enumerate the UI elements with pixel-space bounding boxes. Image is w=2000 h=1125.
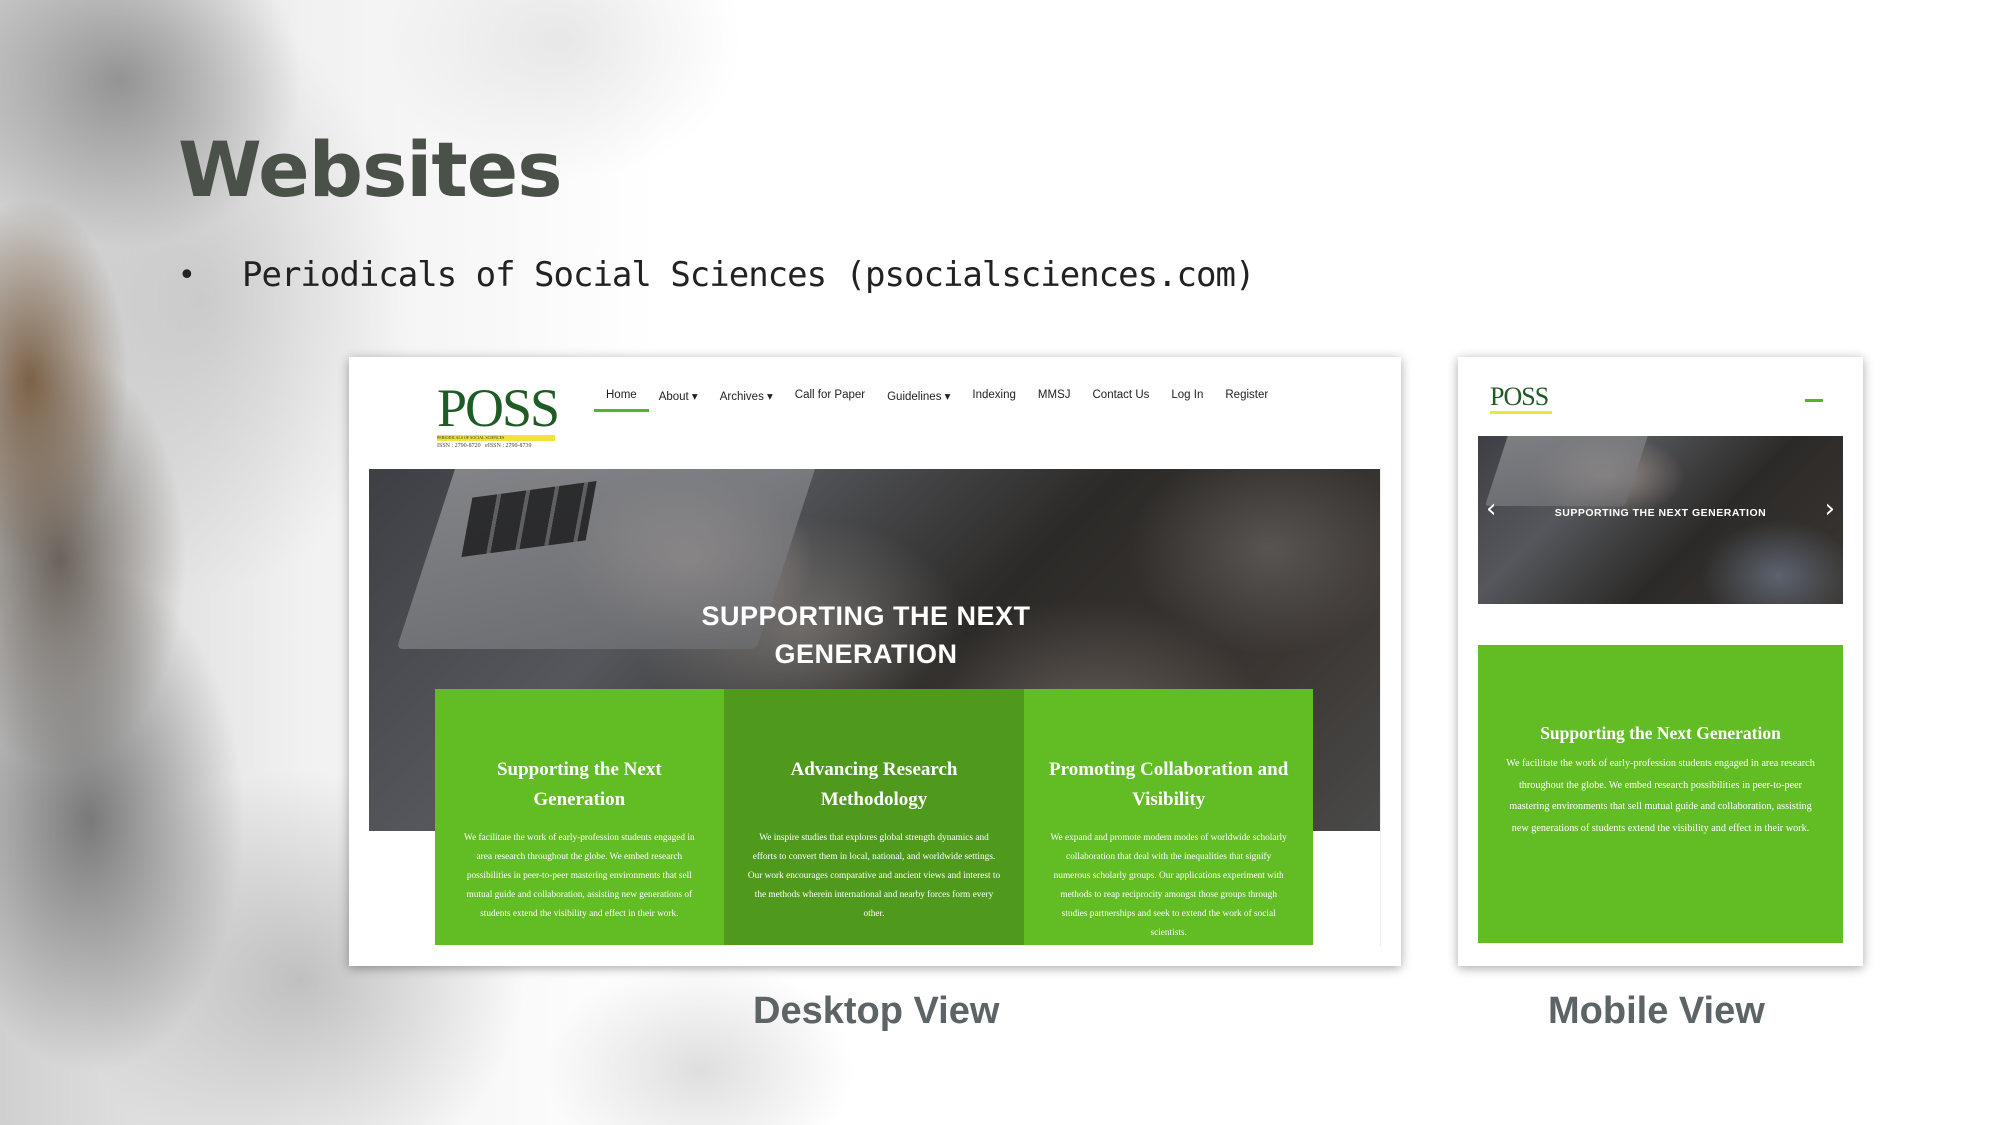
bullet-item: • Periodicals of Social Sciences (psocia… [178, 255, 1255, 295]
card-title: Advancing Research Methodology [790, 759, 958, 810]
hero-title: SUPPORTING THE NEXT GENERATION [1554, 507, 1767, 519]
logo-subtitle [1490, 411, 1552, 414]
hamburger-menu-icon[interactable] [1805, 399, 1823, 402]
poss-logo[interactable]: POSS [1490, 382, 1552, 416]
feature-cards: Supporting the Next Generation We facili… [435, 689, 1313, 945]
poss-logo[interactable]: POSS PERIODICALS OF SOCIAL SCIENCES ISSN… [437, 378, 560, 449]
nav-call-for-paper[interactable]: Call for Paper [795, 389, 865, 403]
issn-text: ISSN : 2790-8720 [437, 443, 481, 449]
caption-mobile-view: Mobile View [1548, 990, 1765, 1032]
nav-register[interactable]: Register [1225, 389, 1268, 403]
nav-mmsj[interactable]: MMSJ [1038, 389, 1071, 403]
card-text: We facilitate the work of early-professi… [1506, 758, 1815, 834]
chevron-left-icon[interactable]: ‹ [1486, 494, 1496, 524]
hero-laptop-image [1485, 436, 1651, 506]
bullet-icon: • [178, 257, 196, 293]
logo-issn: ISSN : 2790-8720 eISSN : 2790-8739 [437, 443, 558, 449]
card-text: We inspire studies that explores global … [747, 833, 1001, 919]
logo-wordmark: POSS [1490, 382, 1549, 411]
hero-carousel: SUPPORTING THE NEXT GENERATION ‹ › [1478, 436, 1843, 604]
nav-log-in[interactable]: Log In [1171, 389, 1203, 403]
eissn-text: eISSN : 2790-8739 [485, 443, 532, 449]
feature-card: Promoting Collaboration and Visibility W… [1024, 689, 1313, 945]
caption-desktop-view: Desktop View [753, 990, 1000, 1032]
card-text: We expand and promote modern modes of wo… [1050, 833, 1287, 938]
hero-title: SUPPORTING THE NEXT GENERATION [701, 601, 1031, 669]
card-title: Supporting the Next Generation [1540, 723, 1781, 743]
chevron-right-icon[interactable]: › [1825, 494, 1835, 524]
main-nav: Home About ▾ Archives ▾ Call for Paper G… [594, 389, 1268, 412]
desktop-screenshot: POSS PERIODICALS OF SOCIAL SCIENCES ISSN… [349, 357, 1401, 966]
feature-card: Supporting the Next Generation We facili… [1478, 645, 1843, 943]
nav-indexing[interactable]: Indexing [972, 389, 1015, 403]
site-header: POSS PERIODICALS OF SOCIAL SCIENCES ISSN… [369, 367, 1381, 467]
feature-card: Advancing Research Methodology We inspir… [723, 689, 1025, 945]
card-title: Promoting Collaboration and Visibility [1049, 759, 1289, 810]
divider [1380, 467, 1381, 947]
nav-guidelines[interactable]: Guidelines ▾ [887, 389, 950, 403]
card-text: We facilitate the work of early-professi… [464, 833, 695, 919]
card-title: Supporting the Next Generation [496, 759, 662, 810]
logo-wordmark: POSS [437, 378, 560, 438]
slide-title: Websites [178, 125, 562, 214]
nav-home[interactable]: Home [594, 389, 649, 412]
mobile-screenshot: POSS SUPPORTING THE NEXT GENERATION ‹ › … [1458, 357, 1863, 966]
bullet-text: Periodicals of Social Sciences (psocials… [242, 255, 1255, 295]
feature-card: Supporting the Next Generation We facili… [435, 689, 724, 945]
nav-about[interactable]: About ▾ [659, 389, 698, 403]
nav-contact-us[interactable]: Contact Us [1093, 389, 1150, 403]
nav-archives[interactable]: Archives ▾ [720, 389, 773, 403]
